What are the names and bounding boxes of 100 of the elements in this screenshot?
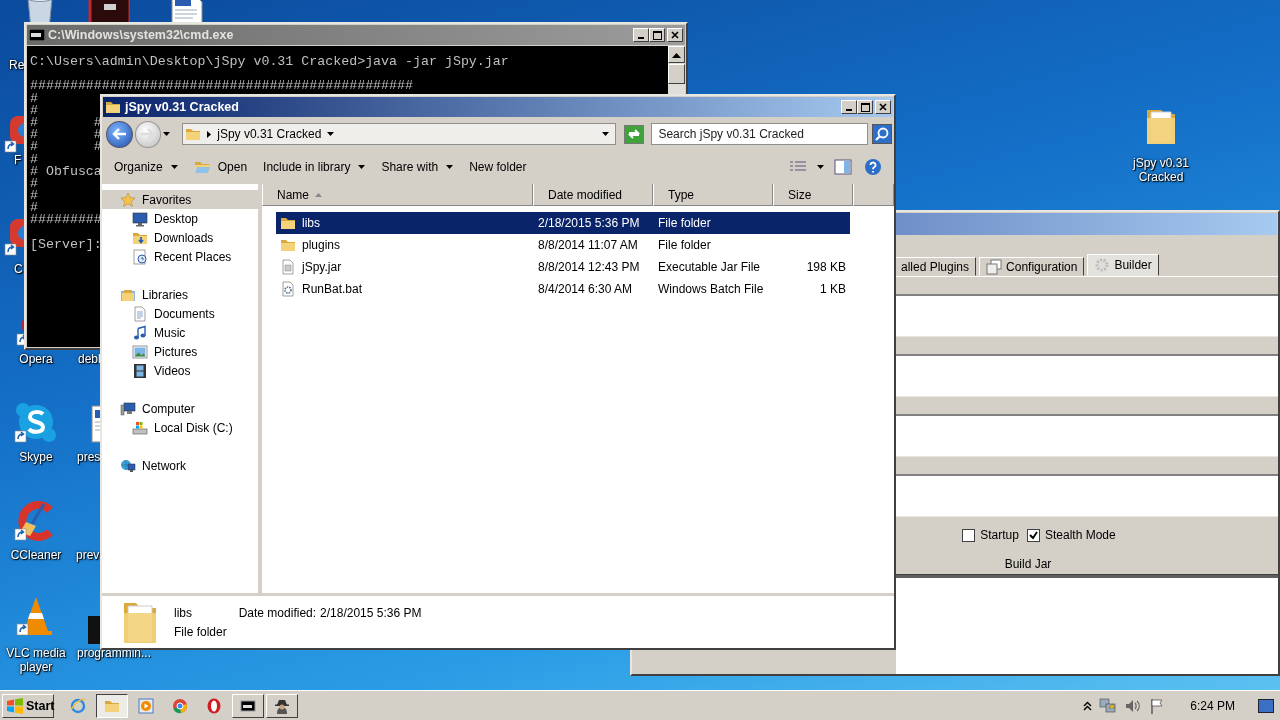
nav-item[interactable]: Music	[102, 323, 258, 342]
file-row[interactable]: libs 2/18/2015 5:36 PM File folder	[276, 212, 850, 234]
folder-open-icon	[193, 159, 210, 175]
app-icon[interactable]	[88, 0, 130, 22]
icon-label: prev	[76, 548, 100, 562]
maximize-button[interactable]	[857, 100, 873, 114]
clock[interactable]: 6:24 PM	[1190, 698, 1235, 713]
type-cell: File folder	[658, 216, 711, 230]
input-field[interactable]	[896, 354, 1278, 397]
back-button[interactable]	[106, 120, 133, 148]
refresh-button[interactable]	[623, 124, 645, 144]
console-line: #########	[30, 212, 102, 228]
close-button[interactable]	[875, 100, 891, 114]
nav-item[interactable]: Videos	[102, 361, 258, 380]
arrow-up-icon	[672, 51, 681, 58]
back-arrow-icon	[112, 128, 127, 140]
close-button[interactable]	[667, 28, 683, 42]
input-field[interactable]	[896, 414, 1278, 457]
icon-label: programmin...	[77, 646, 152, 660]
minimize-button[interactable]	[841, 100, 857, 114]
scrollbar-thumb[interactable]	[668, 64, 685, 84]
picture-icon	[132, 343, 148, 360]
media-player-icon	[138, 697, 154, 714]
network-icon	[120, 457, 136, 474]
batch-file-icon	[280, 281, 296, 297]
column-header[interactable]	[853, 184, 894, 206]
chevron-up-icon	[1083, 700, 1093, 711]
maximize-icon	[860, 102, 870, 112]
computer-icon	[120, 400, 136, 417]
icon-label: pres	[77, 450, 101, 464]
search-field[interactable]: Search jSpy v0.31 Cracked	[651, 123, 869, 145]
close-icon	[671, 31, 679, 39]
column-header[interactable]: Name	[262, 184, 533, 206]
checkbox[interactable]	[1027, 528, 1040, 542]
nav-item[interactable]: Documents	[102, 304, 258, 323]
show-desktop-button[interactable]	[1258, 698, 1274, 713]
type-cell: Windows Batch File	[658, 282, 764, 296]
star-icon	[120, 191, 136, 208]
toolbar-button[interactable]: Share with	[373, 155, 462, 179]
scroll-up-button[interactable]	[668, 46, 685, 63]
nav-item[interactable]: Recent Places	[102, 247, 258, 266]
icon-label: CCleaner	[9, 548, 63, 562]
file-row[interactable]: plugins 8/8/2014 11:07 AM File folder	[276, 234, 850, 256]
nav-item[interactable]: Favorites	[102, 190, 258, 209]
chevron-icon	[207, 130, 212, 138]
checkbox[interactable]	[962, 528, 976, 542]
nav-item[interactable]: Downloads	[102, 228, 258, 247]
cloud-icon[interactable]	[14, 402, 56, 444]
caret-icon	[327, 132, 335, 136]
drive-icon	[132, 419, 148, 436]
nav-item[interactable]: Local Disk (C:)	[102, 418, 258, 437]
film-icon	[132, 362, 148, 379]
type-cell: File folder	[658, 238, 711, 252]
icon-label: Re	[9, 58, 25, 72]
network-icon[interactable]	[1099, 697, 1118, 714]
file-name: jSpy.jar	[302, 260, 342, 274]
list-view-icon	[789, 160, 807, 174]
minimize-button[interactable]	[633, 28, 649, 42]
console-prompt: [Server]:	[30, 236, 102, 252]
nav-item[interactable]: Libraries	[102, 285, 258, 304]
tab[interactable]: Configuration	[979, 257, 1085, 276]
caret-icon	[817, 165, 824, 169]
date-cell: 8/8/2014 11:07 AM	[538, 238, 638, 252]
show-hidden-icons-button[interactable]	[1083, 700, 1093, 711]
nav-item[interactable]: Computer	[102, 399, 258, 418]
column-header[interactable]: Date modified	[533, 184, 653, 206]
window-title: C:\Windows\system32\cmd.exe	[48, 28, 234, 42]
caret-icon	[170, 165, 178, 169]
broom-icon[interactable]	[14, 500, 56, 542]
column-header[interactable]: Type	[653, 184, 773, 206]
maximize-icon	[652, 30, 662, 40]
nav-item[interactable]: Desktop	[102, 209, 258, 228]
tab[interactable]: alled Plugins	[894, 257, 977, 276]
checkbox-label: Stealth Mode	[1045, 528, 1116, 542]
toolbar-button[interactable]: New folder	[461, 155, 535, 179]
search-button[interactable]	[872, 124, 892, 144]
flag-icon[interactable]	[1149, 697, 1166, 714]
file-row[interactable]: jSpy.jar 8/8/2014 12:43 PM Executable Jar File 198 KB	[276, 256, 850, 278]
taskbar-button[interactable]	[96, 693, 128, 718]
jar-file-icon	[280, 259, 296, 275]
file-row[interactable]: RunBat.bat 8/4/2014 6:30 AM Windows Batch File 1 KB	[276, 278, 850, 300]
icon-label: debl	[78, 352, 101, 366]
toolbar-button[interactable]: Include in library	[255, 155, 374, 179]
tab[interactable]: Builder	[1087, 254, 1159, 276]
toolbar-button[interactable]: Organize	[106, 155, 186, 179]
column-header[interactable]: Size	[773, 184, 853, 206]
console-line: C:\Users\admin\Desktop\jSpy v0.31 Cracked>java -jar jSpy.jar	[30, 56, 510, 69]
gear-icon	[1094, 257, 1111, 273]
toolbar-button[interactable]: Open	[185, 155, 256, 179]
checkbox-label: Startup	[980, 528, 1019, 542]
nav-item[interactable]: Pictures	[102, 342, 258, 361]
forward-arrow-icon	[140, 128, 155, 140]
input-field[interactable]	[896, 294, 1278, 337]
nav-item[interactable]: Network	[102, 456, 258, 475]
check-icon	[1029, 530, 1038, 540]
input-field[interactable]	[896, 474, 1278, 517]
address-bar[interactable]: jSpy v0.31 Cracked	[182, 123, 616, 145]
date-cell: 8/4/2014 6:30 AM	[538, 282, 633, 296]
maximize-button[interactable]	[649, 28, 665, 42]
icon-label: Skype	[18, 450, 54, 464]
